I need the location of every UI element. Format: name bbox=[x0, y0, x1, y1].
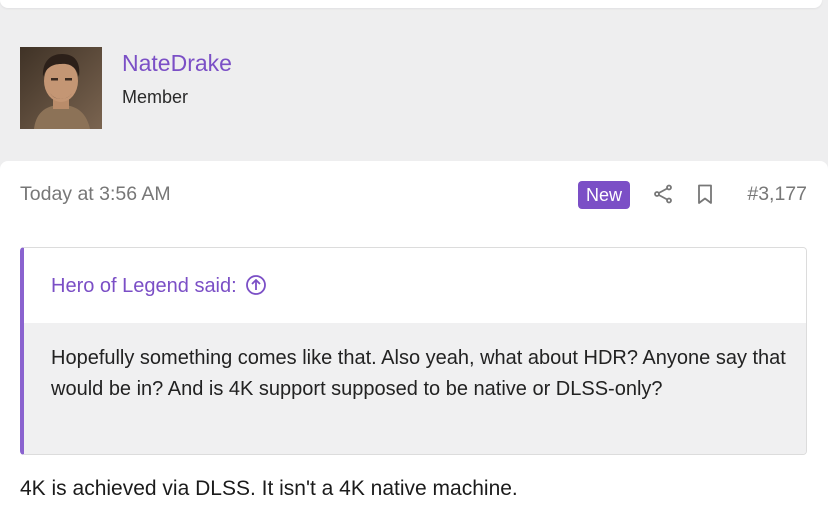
previous-post-card bbox=[0, 0, 822, 8]
new-badge: New bbox=[578, 181, 630, 209]
quote-source-label: Hero of Legend said: bbox=[51, 275, 237, 297]
quote-text: Hopefully something comes like that. Als… bbox=[51, 347, 786, 400]
quote-block: Hero of Legend said: Hopefully something… bbox=[20, 247, 807, 455]
avatar[interactable] bbox=[20, 47, 102, 129]
share-icon[interactable] bbox=[651, 182, 675, 206]
username-link[interactable]: NateDrake bbox=[122, 50, 232, 77]
post-number-link[interactable]: #3,177 bbox=[747, 183, 807, 206]
user-title: Member bbox=[122, 87, 189, 107]
arrow-up-circle-icon[interactable] bbox=[245, 274, 267, 296]
quote-header: Hero of Legend said: bbox=[24, 248, 806, 323]
bookmark-icon[interactable] bbox=[693, 182, 717, 206]
post-card: Today at 3:56 AM New #3,177 Hero of Lege… bbox=[0, 161, 828, 525]
quote-body: Hopefully something comes like that. Als… bbox=[24, 323, 806, 454]
post-author-row: NateDrake Member bbox=[0, 26, 828, 162]
avatar-image bbox=[20, 47, 102, 129]
post-reply-text: 4K is achieved via DLSS. It isn't a 4K n… bbox=[20, 477, 518, 500]
post-timestamp-link[interactable]: Today at 3:56 AM bbox=[20, 183, 171, 206]
quote-source-link[interactable]: Hero of Legend said: bbox=[51, 274, 267, 298]
